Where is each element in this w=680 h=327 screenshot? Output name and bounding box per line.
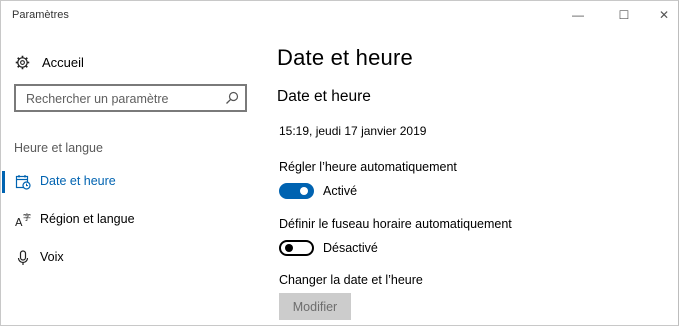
section-label: Heure et langue	[14, 141, 103, 155]
active-indicator	[2, 171, 5, 193]
auto-time-state: Activé	[323, 184, 358, 198]
auto-time-label: Régler l’heure automatiquement	[279, 160, 457, 174]
auto-timezone-label: Définir le fuseau horaire automatiquemen…	[279, 217, 512, 231]
window-title: Paramètres	[12, 9, 69, 21]
close-icon: ✕	[658, 8, 670, 22]
section-title: Date et heure	[277, 88, 371, 105]
microphone-icon	[15, 250, 31, 266]
sidebar: Accueil Rechercher un paramètre Heure et…	[1, 29, 259, 327]
sidebar-item-home-label: Accueil	[42, 54, 84, 70]
page-title: Date et heure	[277, 45, 413, 70]
sidebar-item-voice[interactable]: Voix	[1, 243, 259, 273]
minimize-icon: —	[572, 8, 584, 22]
minimize-button[interactable]: —	[557, 3, 599, 27]
modify-button[interactable]: Modifier	[279, 293, 351, 320]
sidebar-item-voice-label: Voix	[40, 250, 64, 264]
sidebar-item-date-time-label: Date et heure	[40, 174, 116, 188]
settings-window: Paramètres — ☐ ✕ Accueil Rechercher un p…	[0, 0, 679, 326]
toggle-knob	[300, 187, 308, 195]
maximize-button[interactable]: ☐	[603, 3, 645, 27]
title-bar[interactable]: Paramètres — ☐ ✕	[1, 1, 678, 29]
calendar-clock-icon	[15, 174, 31, 190]
search-input[interactable]: Rechercher un paramètre	[14, 84, 247, 112]
auto-timezone-state: Désactivé	[323, 241, 378, 255]
sidebar-item-date-time[interactable]: Date et heure	[1, 167, 259, 197]
search-placeholder: Rechercher un paramètre	[26, 92, 169, 106]
svg-text:A: A	[15, 216, 23, 228]
auto-timezone-toggle[interactable]	[279, 240, 314, 256]
main-content: Date et heure Date et heure 15:19, jeudi…	[277, 29, 677, 327]
sidebar-item-home[interactable]: Accueil	[14, 52, 84, 72]
change-datetime-label: Changer la date et l’heure	[279, 273, 423, 287]
sidebar-item-region-language[interactable]: A 字 Région et langue	[1, 205, 259, 235]
toggle-knob	[285, 244, 293, 252]
search-icon[interactable]	[225, 91, 239, 105]
gear-icon	[14, 54, 30, 70]
language-icon: A 字	[15, 212, 31, 229]
sidebar-item-region-language-label: Région et langue	[40, 212, 135, 226]
svg-text:字: 字	[23, 212, 31, 222]
current-datetime: 15:19, jeudi 17 janvier 2019	[279, 124, 427, 138]
maximize-icon: ☐	[618, 8, 630, 22]
close-button[interactable]: ✕	[643, 3, 680, 27]
auto-time-toggle[interactable]	[279, 183, 314, 199]
